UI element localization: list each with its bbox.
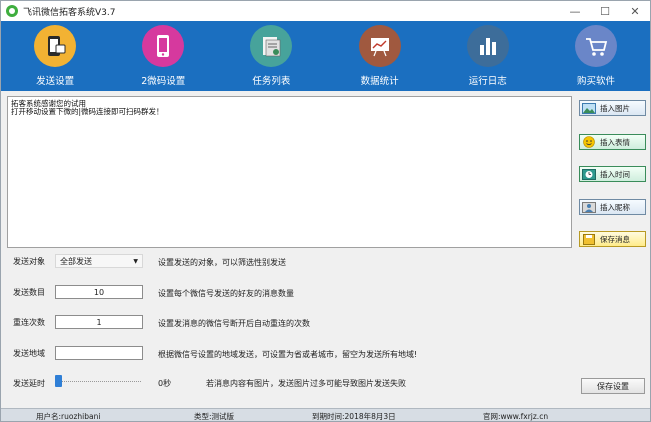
- send-count-input[interactable]: 10: [55, 285, 143, 299]
- side-button-label: 插入昵称: [600, 202, 630, 212]
- chart-board-icon: [358, 25, 401, 67]
- toolbar-send-settings[interactable]: 发送设置: [1, 21, 109, 91]
- toolbar-code-settings[interactable]: 2微码设置: [109, 21, 217, 91]
- toolbar-label: 任务列表: [252, 76, 291, 87]
- send-delay-slider-track[interactable]: [55, 381, 141, 382]
- toolbar-statistics[interactable]: 数据统计: [326, 21, 434, 91]
- toolbar-label: 2微码设置: [141, 76, 186, 87]
- editor-line: 打开移动设置下微的|微码连接即可扫码群发！: [11, 107, 164, 116]
- send-delay-value: 0秒: [158, 379, 172, 388]
- side-button-label: 保存消息: [600, 234, 630, 244]
- minimize-button[interactable]: —: [560, 1, 590, 21]
- cart-icon: [574, 25, 617, 67]
- save-icon: [581, 232, 597, 246]
- bar-chart-icon: [466, 25, 509, 67]
- reconnect-count-input[interactable]: 1: [55, 315, 143, 329]
- toolbar-label: 数据统计: [360, 76, 399, 87]
- status-website[interactable]: 官网:www.fxrjz.cn: [483, 411, 548, 422]
- image-icon: [581, 101, 597, 115]
- send-target-value: 全部发送: [60, 256, 92, 266]
- status-user: 用户名:ruozhibani: [36, 412, 101, 421]
- person-icon: [581, 200, 597, 214]
- app-window: 飞讯微信拓客系统V3.7 — ☐ ✕ 发送设置 2微码设置 任务列表 数据统计 …: [0, 0, 651, 422]
- send-delay-label: 发送延时: [13, 379, 45, 388]
- phone-icon: [142, 25, 185, 67]
- side-button-label: 插入时间: [600, 169, 630, 179]
- toolbar-buy-software[interactable]: 购买软件: [542, 21, 650, 91]
- insert-time-button[interactable]: 插入时间: [579, 166, 646, 182]
- chevron-down-icon: ▼: [133, 257, 138, 265]
- send-region-desc: 根据微信号设置的地域发送，可设置为省或者城市，留空为发送所有地域!: [158, 350, 418, 359]
- app-logo-icon: [6, 5, 18, 17]
- insert-image-button[interactable]: 插入图片: [579, 100, 646, 116]
- send-region-input[interactable]: [55, 346, 143, 360]
- send-delay-desc: 若消息内容有图片，发送图片过多可能导致图片发送失败: [206, 379, 406, 388]
- insert-nickname-button[interactable]: 插入昵称: [579, 199, 646, 215]
- insert-emoji-button[interactable]: 插入表情: [579, 134, 646, 150]
- toolbar-label: 发送设置: [36, 76, 75, 87]
- maximize-button[interactable]: ☐: [590, 1, 620, 21]
- status-type: 类型:测试版: [194, 412, 235, 421]
- toolbar-label: 购买软件: [576, 76, 615, 87]
- side-button-label: 插入表情: [600, 137, 630, 147]
- send-target-desc: 设置发送的对象，可以筛选性别发送: [158, 258, 286, 267]
- toolbar-label: 运行日志: [468, 76, 507, 87]
- side-button-label: 插入图片: [600, 103, 630, 113]
- reconnect-count-label: 重连次数: [13, 318, 45, 327]
- save-settings-button[interactable]: 保存设置: [581, 378, 645, 394]
- toolbar-run-log[interactable]: 运行日志: [434, 21, 542, 91]
- message-editor[interactable]: 拓客系统感谢您的试用 打开移动设置下微的|微码连接即可扫码群发！: [7, 96, 572, 248]
- phone-send-icon: [34, 25, 77, 67]
- send-target-label: 发送对象: [13, 257, 45, 266]
- send-delay-slider-thumb[interactable]: [55, 375, 62, 387]
- send-region-label: 发送地域: [13, 349, 45, 358]
- send-count-label: 发送数目: [13, 288, 45, 297]
- task-list-icon: [250, 25, 293, 67]
- window-title: 飞讯微信拓客系统V3.7: [23, 7, 116, 18]
- title-bar: 飞讯微信拓客系统V3.7 — ☐ ✕: [1, 1, 650, 21]
- main-toolbar: 发送设置 2微码设置 任务列表 数据统计 运行日志 购买软件: [1, 21, 650, 91]
- save-message-button[interactable]: 保存消息: [579, 231, 646, 247]
- send-count-desc: 设置每个微信号发送的好友的消息数量: [158, 289, 294, 298]
- status-bar: 用户名:ruozhibani 类型:测试版 到期时间:2018年8月3日 官网:…: [1, 408, 650, 421]
- clock-icon: [581, 167, 597, 181]
- close-button[interactable]: ✕: [620, 1, 650, 21]
- reconnect-count-desc: 设置发消息的微信号断开后自动重连的次数: [158, 319, 310, 328]
- smiley-icon: [581, 135, 597, 149]
- toolbar-task-list[interactable]: 任务列表: [217, 21, 325, 91]
- status-expiry: 到期时间:2018年8月3日: [312, 412, 396, 421]
- send-target-select[interactable]: 全部发送 ▼: [55, 254, 143, 268]
- window-controls: — ☐ ✕: [560, 1, 650, 21]
